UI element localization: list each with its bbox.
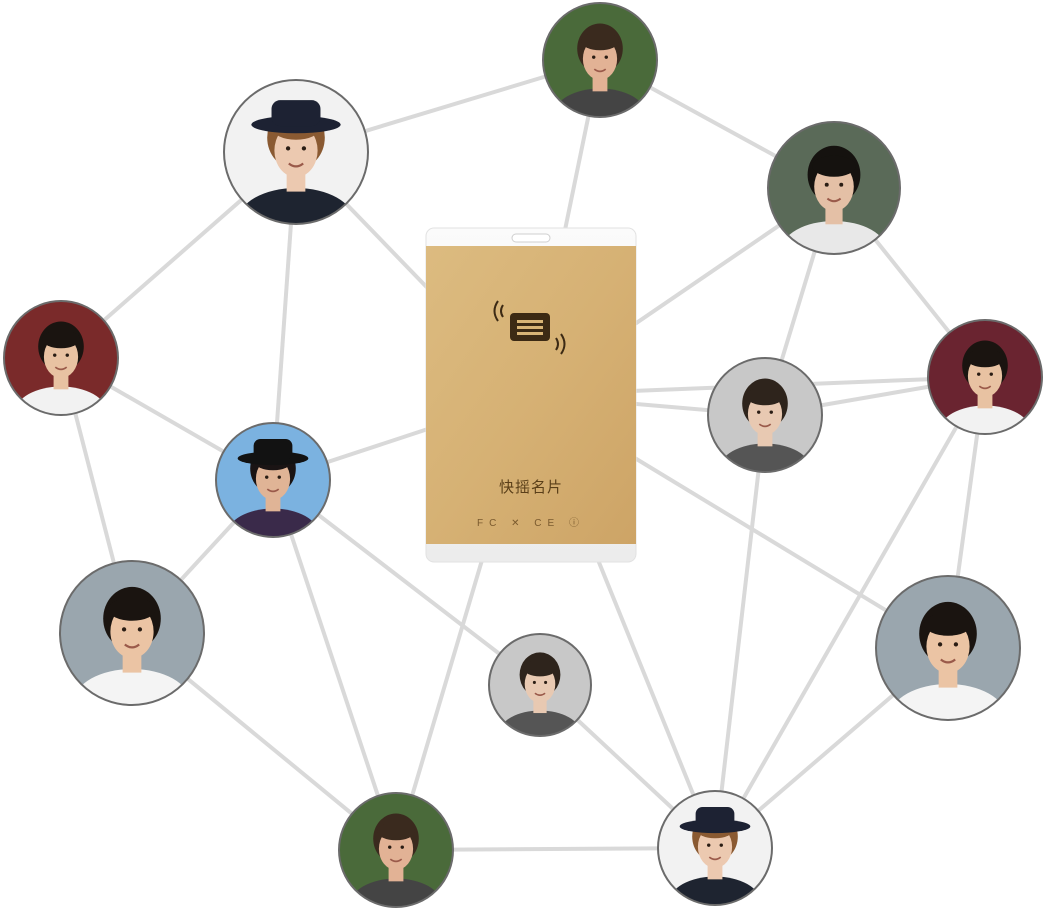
network-svg xyxy=(3,2,1043,908)
business-card-device xyxy=(425,227,637,563)
certification-marks: FC ✕ CE ⓘ xyxy=(477,518,585,529)
network-diagram: 快摇名片 FC ✕ CE ⓘ xyxy=(0,0,1045,910)
connection-line xyxy=(713,414,767,849)
person-node-woman-smiling-right xyxy=(875,575,1021,721)
person-node-man-hat-bottom xyxy=(657,790,773,906)
person-node-woman-smiling-left xyxy=(59,560,205,706)
person-node-woman-hat-sunglasses xyxy=(215,422,331,538)
person-node-man-glasses xyxy=(767,121,901,255)
lanyard-slot xyxy=(511,233,551,243)
person-node-man-smiling-top xyxy=(542,2,658,118)
person-node-man-looking-down-mid xyxy=(707,357,823,473)
person-node-man-hat-left xyxy=(223,79,369,225)
connection-line xyxy=(271,479,398,851)
device-brand-label: 快摇名片 xyxy=(498,478,563,496)
person-node-man-right xyxy=(927,319,1043,435)
person-node-man-looking-down-low xyxy=(488,633,592,737)
device-gold-panel xyxy=(426,246,636,544)
person-node-man-smiling-bottom xyxy=(338,792,454,908)
person-node-man-left xyxy=(3,300,119,416)
